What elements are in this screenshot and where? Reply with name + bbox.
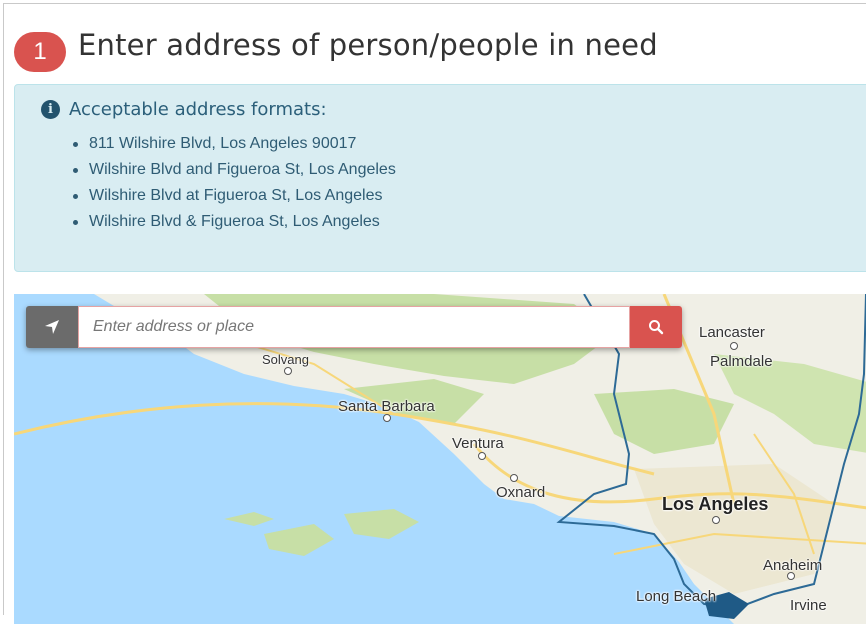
- city-marker: [712, 516, 720, 524]
- step-number-badge: 1: [14, 32, 66, 72]
- info-heading-text: Acceptable address formats:: [69, 99, 327, 120]
- info-heading: i Acceptable address formats:: [41, 99, 327, 120]
- address-search-bar: [26, 306, 682, 348]
- locate-me-button[interactable]: [26, 306, 78, 348]
- city-marker: [383, 414, 391, 422]
- address-format-info-panel: i Acceptable address formats: 811 Wilshi…: [14, 84, 866, 272]
- island: [224, 512, 274, 526]
- island: [264, 524, 334, 556]
- map-label-solvang: Solvang: [262, 352, 309, 367]
- search-icon: [649, 320, 664, 335]
- island: [344, 509, 419, 539]
- city-marker: [510, 474, 518, 482]
- map-label-los-angeles: Los Angeles: [662, 494, 769, 514]
- map-label-irvine: Irvine: [790, 597, 827, 614]
- map-label-palmdale: Palmdale: [710, 353, 773, 370]
- page-title: Enter address of person/people in need: [78, 28, 658, 62]
- map-label-lancaster: Lancaster: [699, 324, 765, 341]
- address-format-list: 811 Wilshire Blvd, Los Angeles 90017 Wil…: [71, 131, 396, 235]
- map-label-oxnard: Oxnard: [496, 484, 546, 501]
- search-button[interactable]: [630, 306, 682, 348]
- list-item: 811 Wilshire Blvd, Los Angeles 90017: [71, 131, 396, 157]
- address-search-input[interactable]: [78, 306, 630, 348]
- list-item: Wilshire Blvd & Figueroa St, Los Angeles: [71, 209, 396, 235]
- city-marker: [787, 572, 795, 580]
- city-marker: [284, 367, 292, 375]
- list-item: Wilshire Blvd at Figueroa St, Los Angele…: [71, 183, 396, 209]
- map-label-santa-barbara: Santa Barbara: [338, 398, 435, 415]
- map-label-ventura: Ventura: [452, 435, 504, 452]
- map-label-long-beach: Long Beach: [636, 588, 717, 605]
- info-circle-icon: i: [41, 100, 60, 119]
- location-arrow-icon: [45, 320, 59, 334]
- step-number: 1: [33, 38, 47, 65]
- list-item: Wilshire Blvd and Figueroa St, Los Angel…: [71, 157, 396, 183]
- city-marker: [478, 452, 486, 460]
- city-marker: [730, 342, 738, 350]
